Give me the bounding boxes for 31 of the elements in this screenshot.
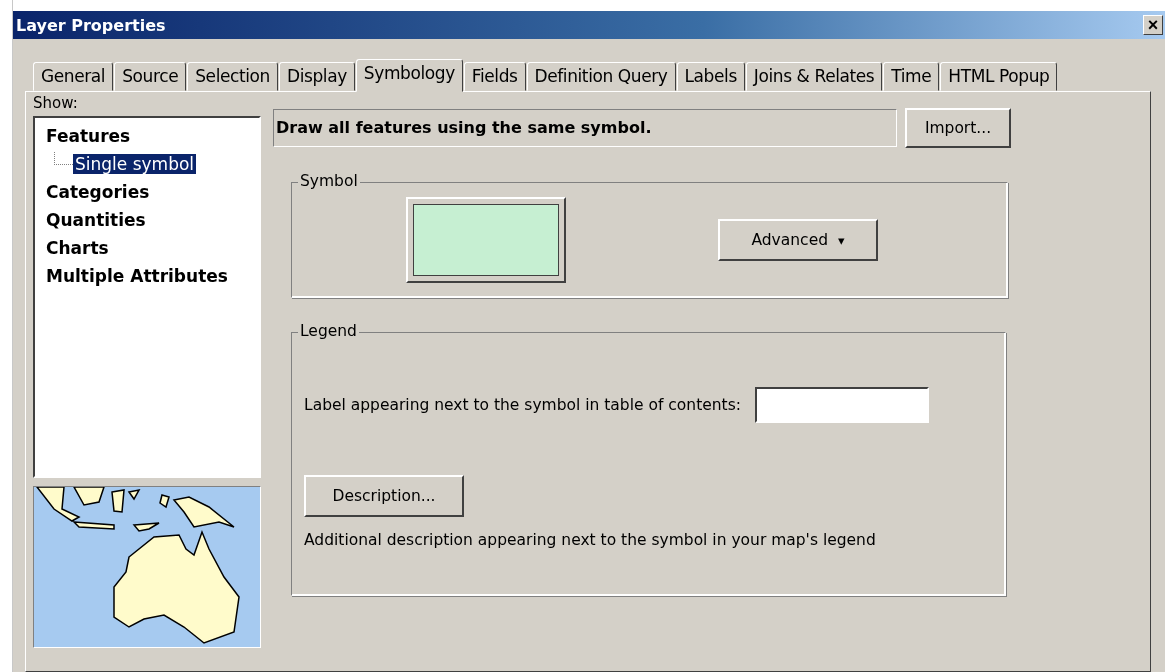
advanced-button[interactable]: Advanced ▾ bbox=[718, 219, 878, 261]
description-header: Draw all features using the same symbol. bbox=[273, 109, 897, 147]
tab[interactable]: General bbox=[33, 62, 114, 91]
tab[interactable]: Time bbox=[883, 62, 940, 91]
tree-item[interactable]: Single symbol bbox=[73, 154, 197, 174]
caret-icon: ▾ bbox=[838, 232, 845, 248]
group-title: Symbol bbox=[298, 172, 360, 190]
tab[interactable]: Display bbox=[278, 62, 355, 91]
description-note: Additional description appearing next to the symbol in your map's legend bbox=[304, 531, 877, 549]
tab[interactable]: Labels bbox=[676, 62, 745, 91]
label-input-field[interactable] bbox=[755, 387, 929, 423]
tab[interactable]: HTML Popup bbox=[940, 62, 1058, 91]
group-title: Legend bbox=[298, 322, 359, 340]
tree-item[interactable]: Quantities bbox=[44, 210, 148, 230]
tab[interactable]: Source bbox=[114, 62, 187, 91]
tree-item[interactable]: Features bbox=[44, 126, 133, 146]
label-prompt: Label appearing next to the symbol in table of contents: bbox=[304, 396, 741, 414]
tree-item[interactable]: Categories bbox=[44, 182, 152, 202]
tab[interactable]: Definition Query bbox=[526, 62, 676, 91]
import-button[interactable]: Import... bbox=[905, 108, 1011, 148]
tree-item[interactable]: Charts bbox=[44, 238, 111, 258]
tab[interactable]: Selection bbox=[187, 62, 278, 91]
tree-item[interactable]: Multiple Attributes bbox=[44, 266, 230, 286]
show-label: Show: bbox=[33, 93, 79, 114]
tab[interactable]: Joins & Relates bbox=[745, 62, 883, 91]
description-button[interactable]: Description... bbox=[304, 475, 464, 517]
close-button[interactable]: × bbox=[1143, 15, 1163, 35]
symbol-swatch-button[interactable] bbox=[406, 197, 566, 283]
tab[interactable]: Fields bbox=[463, 62, 526, 91]
tab[interactable]: Symbology bbox=[355, 59, 463, 92]
window-title: Layer Properties bbox=[15, 15, 166, 35]
